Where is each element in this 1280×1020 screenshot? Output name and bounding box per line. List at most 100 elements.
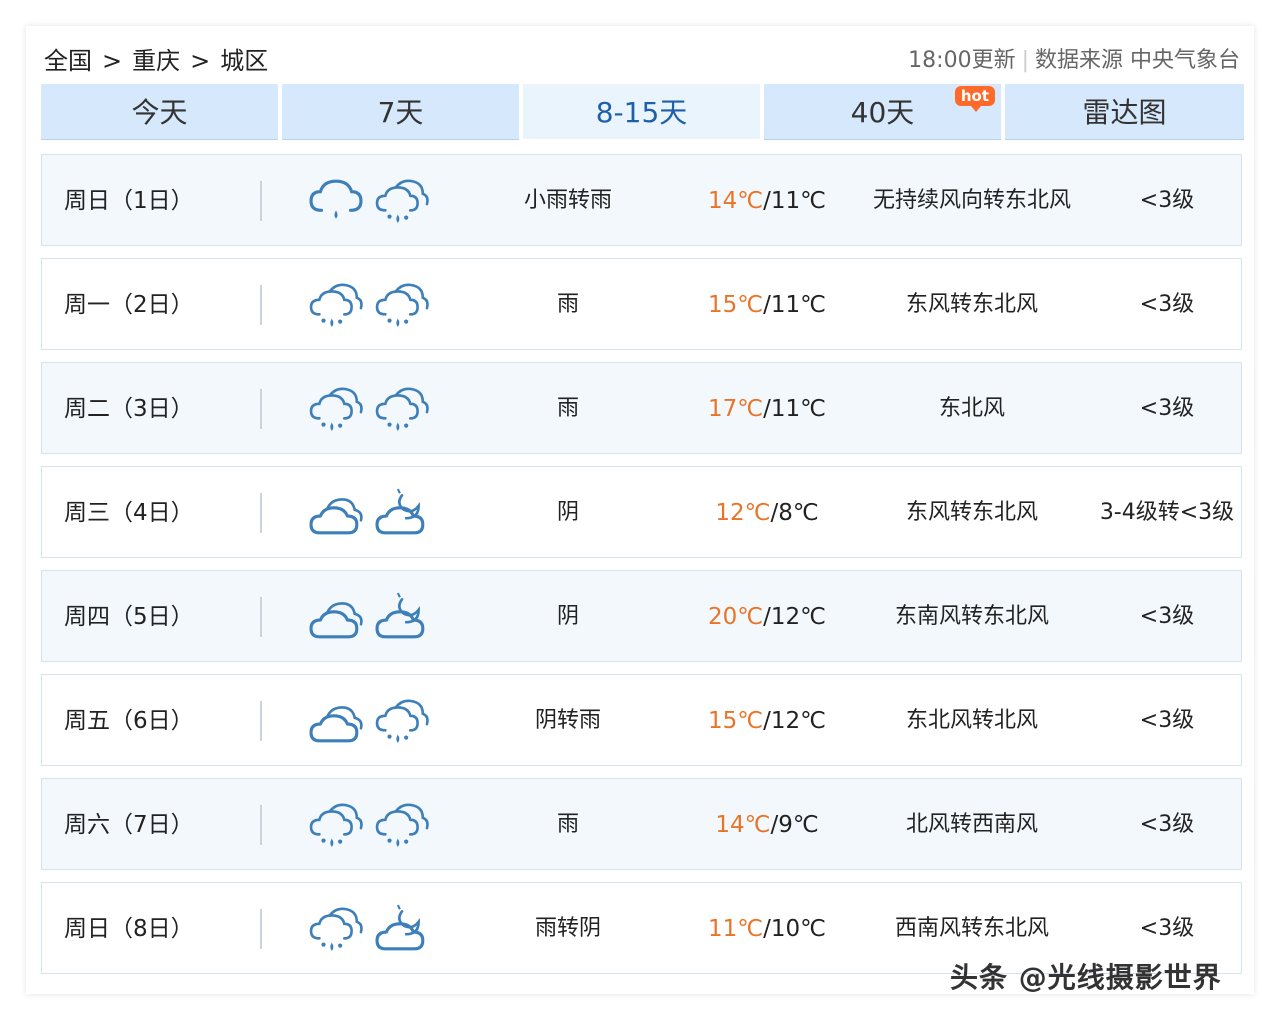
weather-icons xyxy=(308,175,448,227)
column-divider xyxy=(260,285,262,325)
forecast-day: 周四（5日） xyxy=(64,604,194,630)
forecast-row: 周日（1日） 小雨转雨 14℃/11℃ 无持续风向转东北风 <3级 xyxy=(41,154,1242,246)
weather-icons xyxy=(308,591,448,643)
low-temp: 11℃ xyxy=(770,396,826,422)
forecast-day: 周三（4日） xyxy=(64,500,194,526)
weather-description: 雨 xyxy=(556,396,579,421)
high-temp: 12℃ xyxy=(715,500,771,526)
forecast-day: 周日（1日） xyxy=(64,188,194,214)
tab-7-days[interactable]: 7天 xyxy=(282,84,519,140)
temp-separator: / xyxy=(763,396,771,422)
tab-today[interactable]: 今天 xyxy=(41,84,278,140)
high-temp: 15℃ xyxy=(708,292,764,318)
top-bar: 全国 > 重庆 > 城区 18:00更新 | 数据来源 中央气象台 xyxy=(44,44,1240,78)
high-temp: 14℃ xyxy=(715,812,771,838)
column-divider xyxy=(260,701,262,741)
update-time: 18:00更新 xyxy=(908,48,1016,73)
weather-description: 小雨转雨 xyxy=(523,188,612,213)
weather-icons xyxy=(308,279,448,331)
tab-label: 8-15天 xyxy=(595,96,688,129)
forecast-row: 周六（7日） 雨 14℃/9℃ 北风转西南风 <3级 xyxy=(41,778,1242,870)
column-divider xyxy=(260,909,262,949)
forecast-day: 周六（7日） xyxy=(64,812,194,838)
tab-label: 7天 xyxy=(377,96,424,129)
weather-description: 阴 xyxy=(556,604,579,629)
temperature-range: 11℃/10℃ xyxy=(682,883,852,975)
temperature-range: 17℃/11℃ xyxy=(682,363,852,455)
temperature-range: 14℃/9℃ xyxy=(682,779,852,871)
high-temp: 15℃ xyxy=(708,708,764,734)
wind-level: <3级 xyxy=(1139,292,1195,317)
forecast-day: 周日（8日） xyxy=(64,916,194,942)
high-temp: 17℃ xyxy=(708,396,764,422)
breadcrumb-national[interactable]: 全国 xyxy=(44,47,92,75)
wind-direction: 北风转西南风 xyxy=(905,812,1038,837)
high-temp: 20℃ xyxy=(708,604,764,630)
column-divider xyxy=(260,805,262,845)
wind-level: 3-4级转<3级 xyxy=(1099,500,1235,525)
tab-40-days[interactable]: 40天 hot xyxy=(764,84,1001,140)
column-divider xyxy=(260,181,262,221)
column-divider xyxy=(260,597,262,637)
breadcrumb: 全国 > 重庆 > 城区 xyxy=(44,44,268,78)
weather-icons xyxy=(308,487,448,539)
tab-radar[interactable]: 雷达图 xyxy=(1005,84,1244,140)
tab-label: 今天 xyxy=(131,96,188,129)
wind-level: <3级 xyxy=(1139,604,1195,629)
temperature-range: 20℃/12℃ xyxy=(682,571,852,663)
temp-separator: / xyxy=(763,916,771,942)
wind-direction: 无持续风向转东北风 xyxy=(872,188,1071,213)
watermark: 头条 @光线摄影世界 xyxy=(950,961,1222,994)
weather-description: 阴转雨 xyxy=(534,708,601,733)
low-temp: 11℃ xyxy=(770,292,826,318)
breadcrumb-separator: > xyxy=(102,47,123,75)
breadcrumb-current: 城区 xyxy=(220,47,269,75)
weather-description: 雨 xyxy=(556,292,579,317)
forecast-row: 周五（6日） 阴转雨 15℃/12℃ 东北风转北风 <3级 xyxy=(41,674,1242,766)
breadcrumb-separator: > xyxy=(190,47,211,75)
wind-direction: 东北风 xyxy=(938,396,1005,421)
wind-direction: 东南风转东北风 xyxy=(894,604,1049,629)
wind-direction: 东风转东北风 xyxy=(905,292,1038,317)
breadcrumb-chongqing[interactable]: 重庆 xyxy=(132,47,180,75)
tab-label: 40天 xyxy=(850,96,915,129)
high-temp: 11℃ xyxy=(708,916,764,942)
temp-separator: / xyxy=(763,292,771,318)
weather-description: 雨 xyxy=(556,812,579,837)
data-source: 数据来源 中央气象台 xyxy=(1035,48,1240,73)
low-temp: 10℃ xyxy=(770,916,826,942)
temperature-range: 14℃/11℃ xyxy=(682,155,852,247)
forecast-row: 周一（2日） 雨 15℃/11℃ 东风转东北风 <3级 xyxy=(41,258,1242,350)
forecast-row: 周四（5日） 阴 20℃/12℃ 东南风转东北风 <3级 xyxy=(41,570,1242,662)
tab-8-15-days[interactable]: 8-15天 xyxy=(523,84,760,139)
forecast-row: 周三（4日） 阴 12℃/8℃ 东风转东北风 3-4级转<3级 xyxy=(41,466,1242,558)
temp-separator: / xyxy=(763,604,771,630)
weather-icons xyxy=(308,695,448,747)
temp-separator: / xyxy=(763,708,771,734)
forecast-day: 周一（2日） xyxy=(64,292,194,318)
weather-icons xyxy=(308,903,448,955)
low-temp: 12℃ xyxy=(770,708,826,734)
wind-direction: 东风转东北风 xyxy=(905,500,1038,525)
low-temp: 8℃ xyxy=(778,500,819,526)
wind-level: <3级 xyxy=(1139,708,1195,733)
forecast-day: 周五（6日） xyxy=(64,708,194,734)
tab-label: 雷达图 xyxy=(1082,96,1167,129)
hot-badge: hot xyxy=(954,86,995,112)
weather-description: 雨转阴 xyxy=(534,916,601,941)
high-temp: 14℃ xyxy=(708,188,764,214)
meta-divider: | xyxy=(1021,48,1029,73)
column-divider xyxy=(260,389,262,429)
forecast-tabs: 今天 7天 8-15天 40天 hot 雷达图 xyxy=(41,84,1244,140)
wind-level: <3级 xyxy=(1139,812,1195,837)
temperature-range: 15℃/12℃ xyxy=(682,675,852,767)
wind-level: <3级 xyxy=(1139,396,1195,421)
column-divider xyxy=(260,493,262,533)
weather-icons xyxy=(308,799,448,851)
low-temp: 11℃ xyxy=(770,188,826,214)
update-meta: 18:00更新 | 数据来源 中央气象台 xyxy=(908,44,1240,78)
forecast-row: 周二（3日） 雨 17℃/11℃ 东北风 <3级 xyxy=(41,362,1242,454)
low-temp: 12℃ xyxy=(770,604,826,630)
wind-level: <3级 xyxy=(1139,188,1195,213)
low-temp: 9℃ xyxy=(778,812,819,838)
